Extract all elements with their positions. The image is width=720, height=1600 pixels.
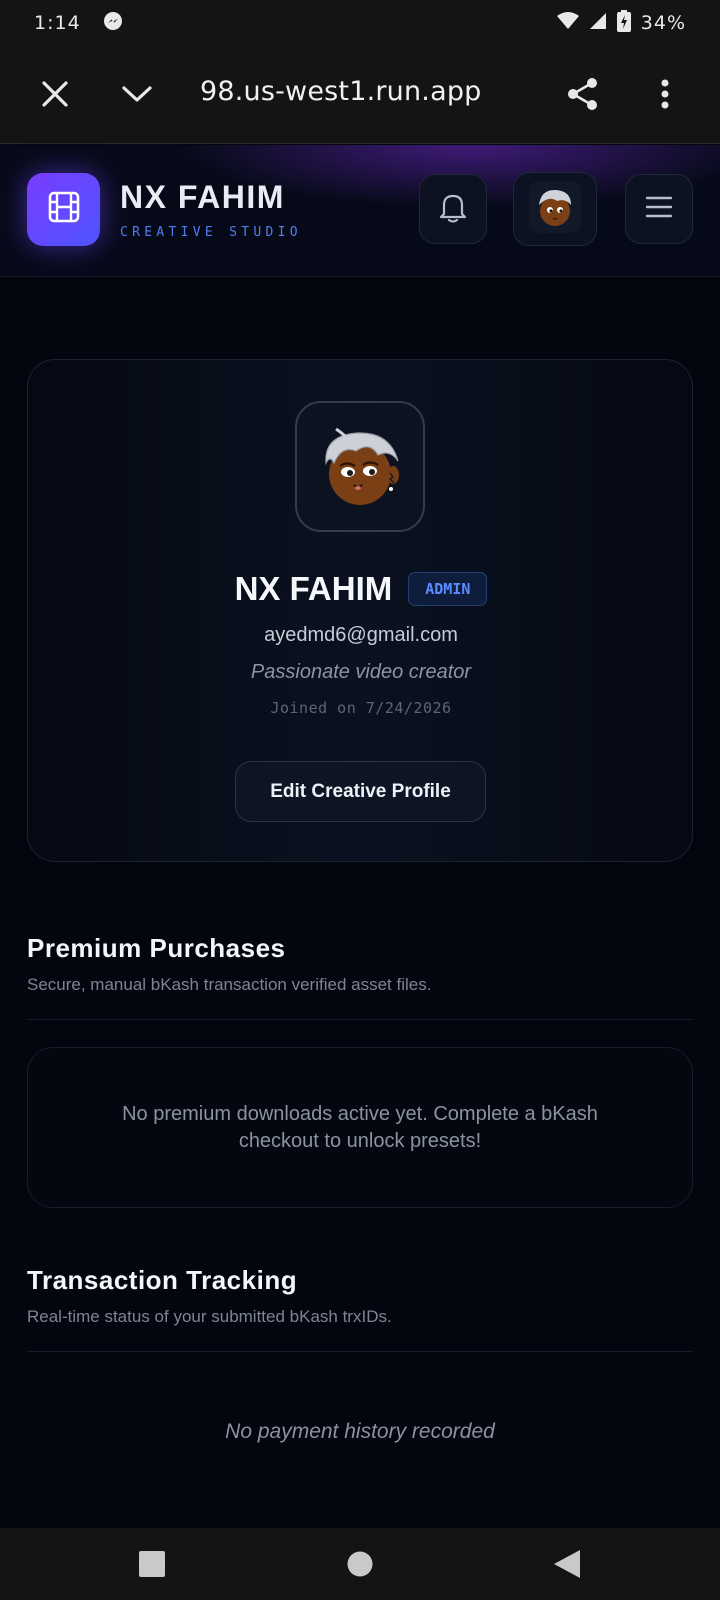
menu-button[interactable] bbox=[625, 174, 693, 244]
profile-email: ayedmd6@gmail.com bbox=[264, 624, 458, 646]
battery-percent: 34% bbox=[640, 12, 686, 34]
chevron-down-icon[interactable] bbox=[117, 74, 157, 114]
profile-card: NX FAHIM ADMIN ayedmd6@gmail.com Passion… bbox=[27, 359, 693, 862]
film-icon bbox=[47, 190, 81, 229]
status-time: 1:14 bbox=[34, 12, 81, 34]
transactions-empty-text: No payment history recorded bbox=[225, 1420, 495, 1443]
profile-avatar-button[interactable] bbox=[513, 172, 597, 246]
logo[interactable] bbox=[27, 173, 100, 246]
status-bar: 1:14 34% bbox=[0, 0, 720, 46]
brand-subtitle: CREATIVE STUDIO bbox=[120, 225, 302, 240]
wifi-icon bbox=[556, 11, 579, 35]
purchases-empty-text: No premium downloads active yet. Complet… bbox=[122, 1102, 598, 1152]
transactions-title: Transaction Tracking bbox=[27, 1265, 298, 1295]
url-text[interactable]: 98.us-west1.run.app bbox=[200, 76, 482, 107]
joined-date: Joined on 7/24/2026 bbox=[270, 699, 452, 717]
browser-toolbar: 98.us-west1.run.app bbox=[0, 46, 720, 144]
profile-name: NX FAHIM bbox=[234, 570, 393, 607]
divider bbox=[27, 1019, 693, 1020]
app-header: NX FAHIM CREATIVE STUDIO bbox=[0, 145, 720, 277]
nav-home-icon[interactable] bbox=[342, 1546, 378, 1582]
edit-profile-button[interactable]: Edit Creative Profile bbox=[235, 761, 486, 822]
share-icon[interactable] bbox=[563, 74, 603, 114]
profile-avatar bbox=[295, 401, 425, 532]
avatar bbox=[529, 180, 581, 238]
brand-title: NX FAHIM bbox=[120, 179, 285, 215]
more-vert-icon[interactable] bbox=[645, 74, 685, 114]
battery-icon bbox=[616, 9, 631, 37]
profile-bio: Passionate video creator bbox=[250, 661, 472, 683]
system-nav-bar bbox=[0, 1528, 720, 1600]
bell-icon bbox=[438, 191, 468, 228]
nav-back-icon[interactable] bbox=[549, 1546, 585, 1582]
transactions-subtitle: Real-time status of your submitted bKash… bbox=[27, 1307, 392, 1326]
purchases-title: Premium Purchases bbox=[27, 933, 286, 963]
divider bbox=[27, 1351, 693, 1352]
messenger-icon bbox=[103, 11, 123, 36]
signal-icon bbox=[589, 12, 607, 35]
notifications-button[interactable] bbox=[419, 174, 487, 244]
menu-icon bbox=[645, 195, 673, 224]
name-row: NX FAHIM ADMIN bbox=[28, 570, 694, 608]
purchases-empty-state: No premium downloads active yet. Complet… bbox=[27, 1047, 693, 1208]
role-badge: ADMIN bbox=[408, 572, 488, 606]
close-icon[interactable] bbox=[35, 74, 75, 114]
purchases-subtitle: Secure, manual bKash transaction verifie… bbox=[27, 975, 432, 994]
nav-recents-icon[interactable] bbox=[134, 1546, 170, 1582]
